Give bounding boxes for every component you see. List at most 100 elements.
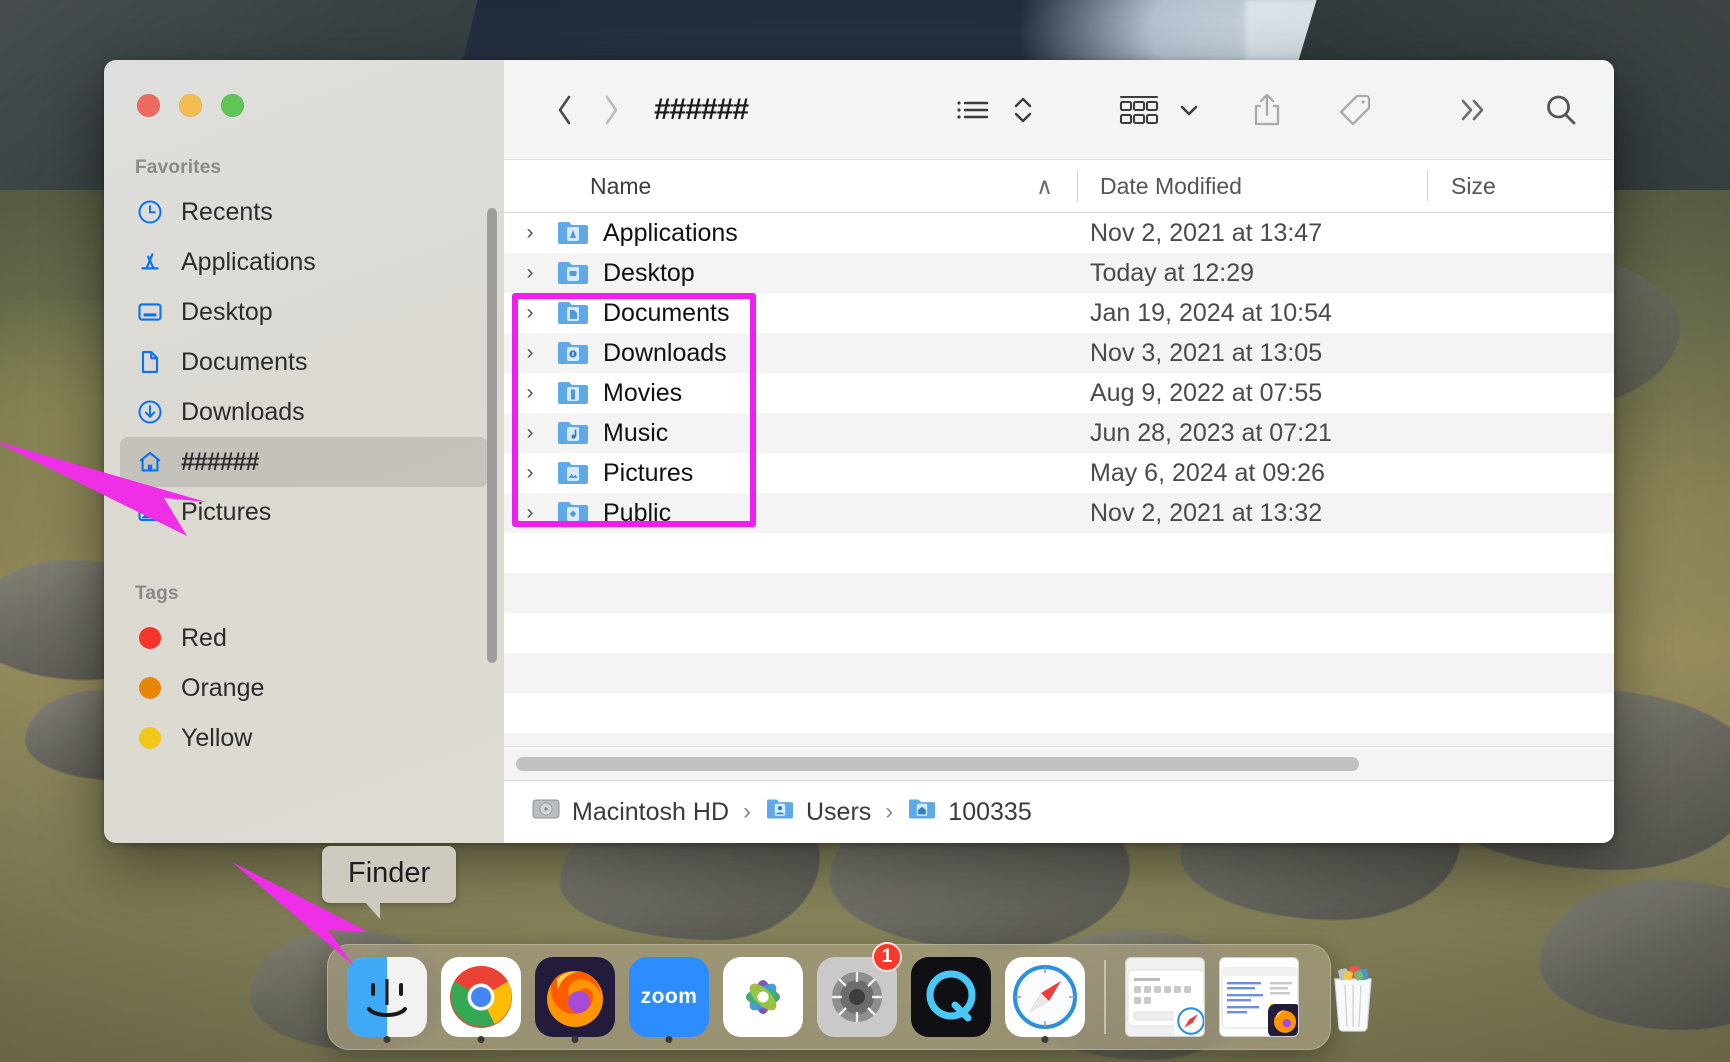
sidebar-item-pictures[interactable]: Pictures [120,487,488,537]
folder-home-icon [907,796,937,829]
desktop-icon [135,297,165,327]
dock-item-minimized-firefox-window[interactable] [1212,944,1306,1050]
sidebar-item-downloads[interactable]: Downloads [120,387,488,437]
more-toolbar-button[interactable] [1446,87,1500,133]
folder-icon [556,258,590,288]
dock-item-firefox[interactable] [528,944,622,1050]
sidebar-item-recents[interactable]: Recents [120,187,488,237]
disclosure-triangle-icon[interactable]: › [504,461,556,485]
file-name: Public [603,498,672,527]
breadcrumb-label: Macintosh HD [572,797,729,826]
sidebar-item-home[interactable]: ###### [120,437,488,487]
file-list: › Applications Nov 2, 2021 at 13:47 › De… [504,213,1614,746]
finder-icon [347,957,427,1037]
chevron-down-icon[interactable] [1172,87,1206,133]
minimized-window-thumbnail [1125,957,1205,1037]
breadcrumb-item-macintosh-hd[interactable]: Macintosh HD [531,796,729,829]
disclosure-triangle-icon[interactable]: › [504,221,556,245]
view-stepper-icon[interactable] [1000,87,1046,133]
finder-toolbar: ###### [504,60,1614,160]
list-view-button[interactable] [950,87,996,133]
close-button[interactable] [137,94,160,117]
file-name: Music [603,418,669,447]
search-icon[interactable] [1534,87,1588,133]
appstore-icon [135,247,165,277]
sidebar-item-tag-red[interactable]: Red [120,613,488,663]
forward-button[interactable] [588,87,634,133]
column-header-date-modified[interactable]: Date Modified [1077,160,1427,212]
running-indicator [477,1036,485,1043]
home-icon [135,447,165,477]
sidebar-item-tag-orange[interactable]: Orange [120,663,488,713]
group-by-button[interactable] [1110,87,1168,133]
sidebar-item-documents[interactable]: Documents [120,337,488,387]
dock-item-minimized-safari-window[interactable] [1118,944,1212,1050]
table-row[interactable]: › Desktop Today at 12:29 [504,253,1614,293]
folder-icon [556,418,590,448]
dock-item-safari[interactable] [998,944,1092,1050]
folder-icon [556,298,590,328]
disclosure-triangle-icon[interactable]: › [504,261,556,285]
sidebar-scrollbar[interactable] [487,208,497,663]
dock-item-photos[interactable] [716,944,810,1050]
table-row[interactable]: › Documents Jan 19, 2024 at 10:54 [504,293,1614,333]
dock-separator [1104,960,1106,1034]
trash-icon [1313,957,1393,1037]
tags-button[interactable] [1328,87,1382,133]
table-row-empty [504,613,1614,653]
table-row[interactable]: › Movies Aug 9, 2022 at 07:55 [504,373,1614,413]
document-icon [135,347,165,377]
sidebar-item-applications[interactable]: Applications [120,237,488,287]
dock-item-system-settings[interactable]: 1 [810,942,904,1050]
column-header-size[interactable]: Size [1427,160,1614,212]
folder-icon [556,378,590,408]
horizontal-scrollbar-thumb[interactable] [516,756,1359,771]
horizontal-scrollbar[interactable] [504,746,1614,780]
table-row[interactable]: › Pictures May 6, 2024 at 09:26 [504,453,1614,493]
dock-item-zoom[interactable]: zoom [622,944,716,1050]
table-row[interactable]: › Public Nov 2, 2021 at 13:32 [504,493,1614,533]
running-indicator [1041,1036,1049,1043]
sidebar-item-label: Desktop [181,297,273,326]
file-date-modified: Nov 2, 2021 at 13:32 [1090,498,1323,527]
sidebar-heading-favorites: Favorites [135,157,222,178]
finder-window: Favorites Recents Applications Desktop D… [104,60,1614,843]
disclosure-triangle-icon[interactable]: › [504,301,556,325]
finder-main-pane: ###### Name ∧ Date Modified Size › Appli… [504,60,1614,843]
quicktime-icon [911,957,991,1037]
table-row-empty [504,653,1614,693]
folder-icon [556,458,590,488]
sidebar-heading-tags: Tags [135,583,179,604]
table-row[interactable]: › Applications Nov 2, 2021 at 13:47 [504,213,1614,253]
disclosure-triangle-icon[interactable]: › [504,381,556,405]
maximize-button[interactable] [221,94,244,117]
table-row[interactable]: › Downloads Nov 3, 2021 at 13:05 [504,333,1614,373]
disclosure-triangle-icon[interactable]: › [504,501,556,525]
table-row-empty [504,733,1614,746]
photo-icon [135,497,165,527]
dock-item-trash[interactable] [1306,944,1400,1050]
dock-item-finder[interactable] [340,944,434,1050]
dock-item-quicktime[interactable] [904,944,998,1050]
view-controls [950,87,1046,133]
file-name: Movies [603,378,683,407]
file-date-modified: Jun 28, 2023 at 07:21 [1090,418,1332,447]
disclosure-triangle-icon[interactable]: › [504,341,556,365]
breadcrumb-item-home[interactable]: 100335 [907,796,1032,829]
disclosure-triangle-icon[interactable]: › [504,421,556,445]
share-button[interactable] [1240,87,1294,133]
back-button[interactable] [542,87,588,133]
breadcrumb: Macintosh HD › Users › 100335 [504,780,1614,843]
sidebar-item-desktop[interactable]: Desktop [120,287,488,337]
column-header-name[interactable]: Name ∧ [504,160,1077,212]
breadcrumb-separator: › [885,798,894,825]
sidebar-item-tag-yellow[interactable]: Yellow [120,713,488,763]
running-indicator [665,1036,673,1043]
minimize-button[interactable] [179,94,202,117]
column-header-label: Name [590,172,652,199]
sidebar-item-label: Pictures [181,497,272,526]
tag-dot-icon [135,623,165,653]
dock-item-chrome[interactable] [434,944,528,1050]
breadcrumb-item-users[interactable]: Users [765,796,871,829]
table-row[interactable]: › Music Jun 28, 2023 at 07:21 [504,413,1614,453]
